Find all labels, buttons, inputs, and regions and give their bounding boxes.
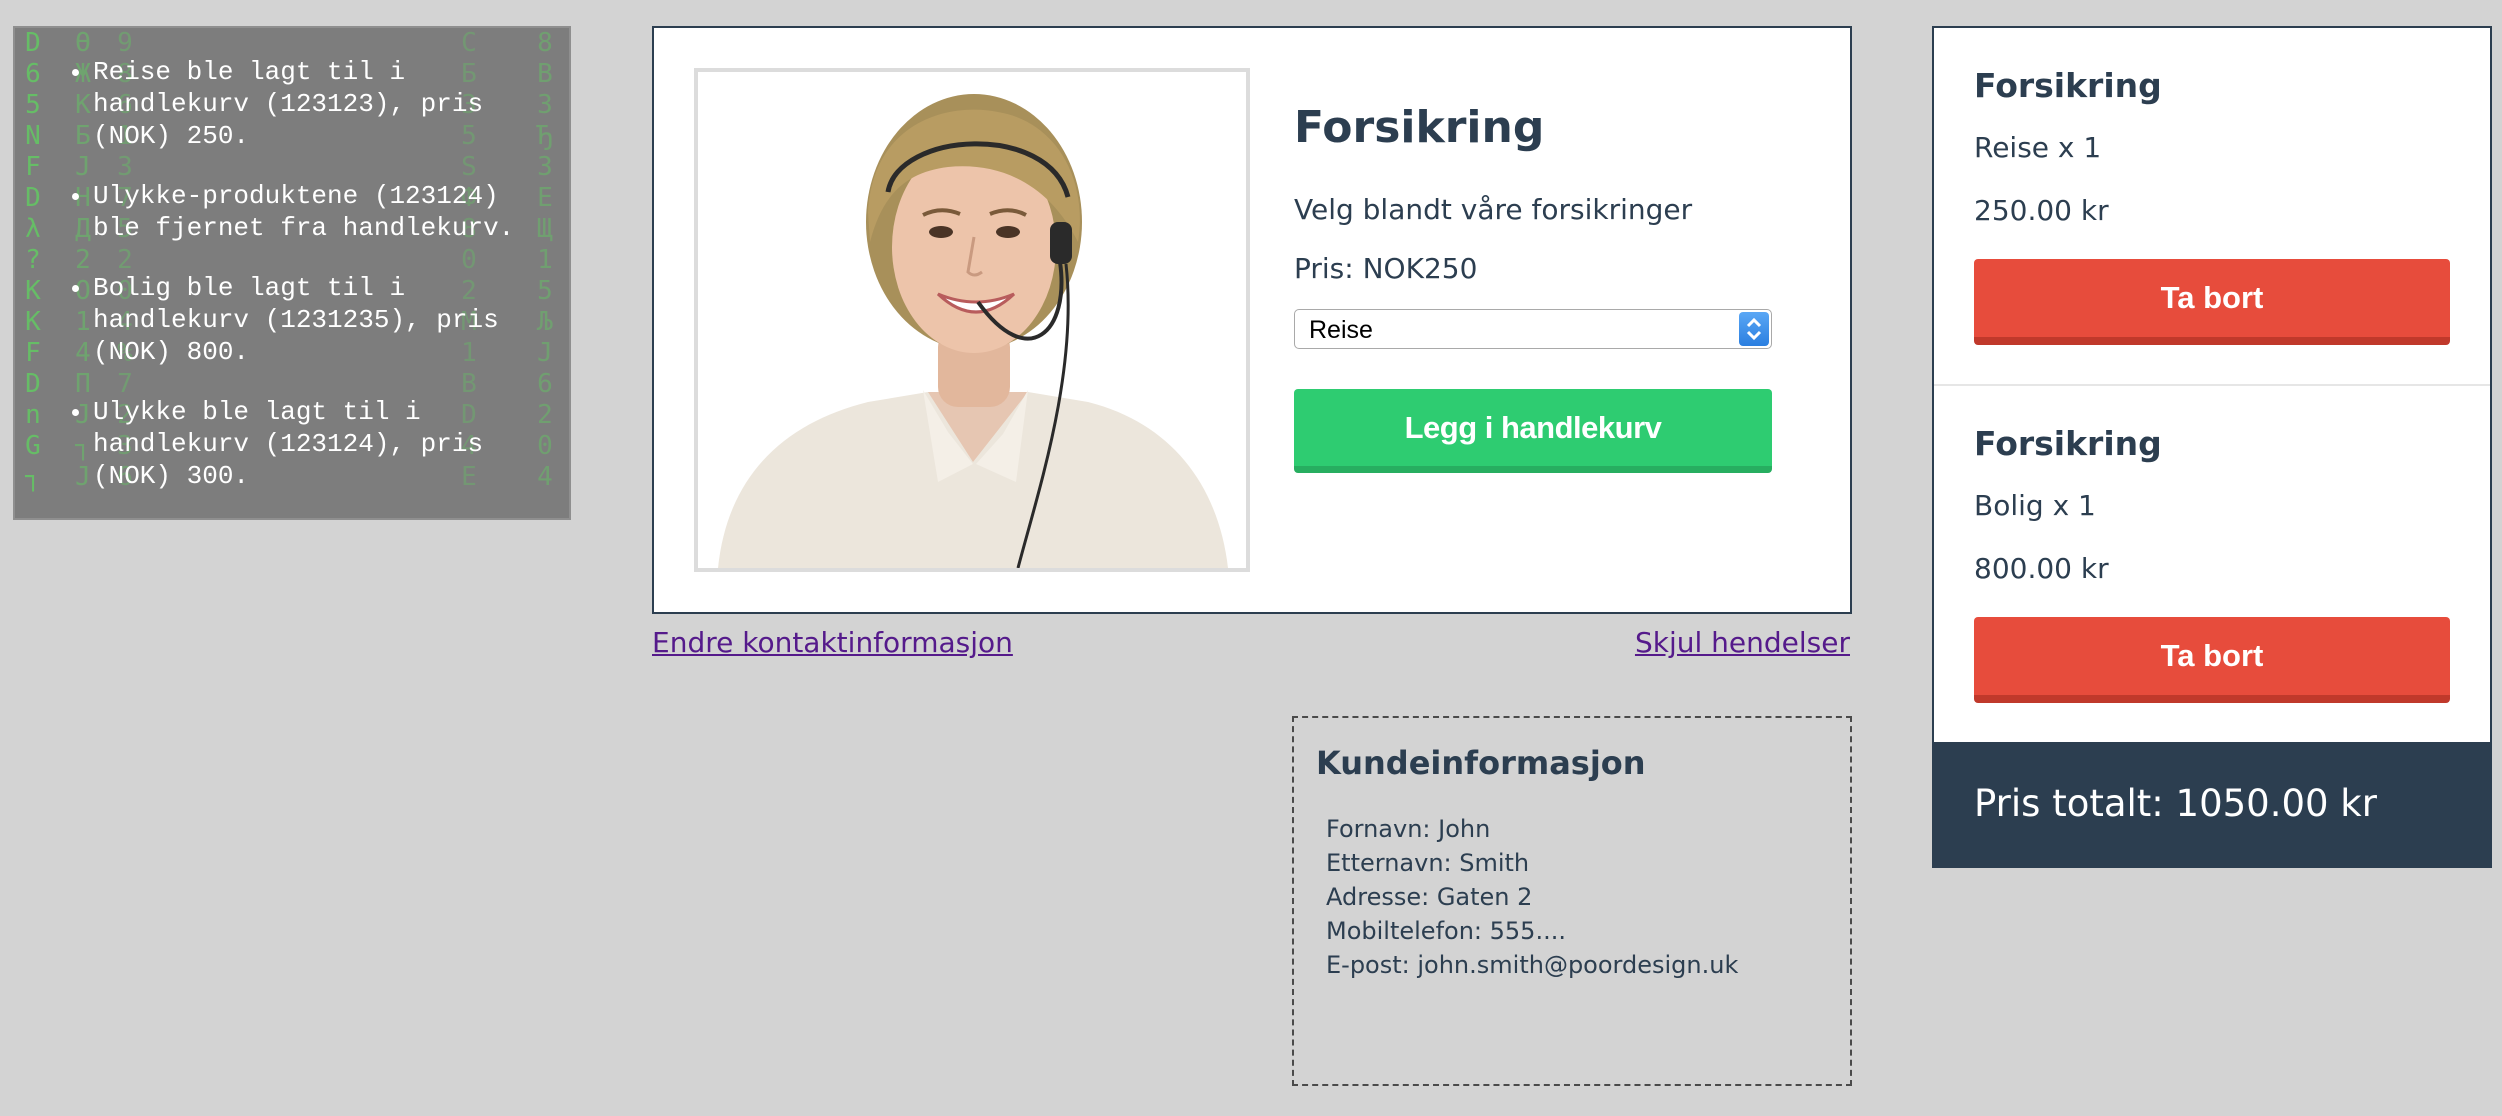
cart-item-price: 800.00 kr — [1974, 552, 2109, 585]
select-arrows-icon — [1739, 312, 1769, 346]
cart-item-title: Forsikring — [1974, 424, 2162, 463]
event-item: Reise ble lagt til i handlekurv (123123)… — [93, 56, 559, 152]
cart-total: Pris totalt: 1050.00 kr — [1934, 742, 2490, 866]
customer-field: Fornavn: John — [1326, 815, 1491, 843]
insurance-type-select[interactable]: Reise — [1294, 309, 1772, 349]
cart-item-price: 250.00 kr — [1974, 194, 2109, 227]
product-info: Forsikring Velg blandt våre forsikringer… — [1294, 102, 1774, 473]
customer-field: E-post: john.smith@poordesign.uk — [1326, 951, 1739, 979]
customer-info-panel: Kundeinformasjon Fornavn: John Etternavn… — [1292, 716, 1852, 1086]
event-item: Bolig ble lagt til i handlekurv (1231235… — [93, 272, 559, 368]
edit-contact-link[interactable]: Endre kontaktinformasjon — [652, 626, 1013, 659]
hide-events-link[interactable]: Skjul hendelser — [1635, 626, 1850, 659]
product-price: Pris: NOK250 — [1294, 252, 1478, 285]
cart-item: Forsikring Reise x 1 250.00 kr Ta bort — [1934, 28, 2490, 386]
customer-field: Adresse: Gaten 2 — [1326, 883, 1533, 911]
product-photo — [694, 68, 1250, 572]
cart-item-quantity: Bolig x 1 — [1974, 489, 2096, 522]
events-list: Reise ble lagt til i handlekurv (123123)… — [15, 28, 569, 492]
customer-info-title: Kundeinformasjon — [1316, 744, 1646, 782]
event-item: Ulykke ble lagt til i handlekurv (123124… — [93, 396, 559, 492]
customer-fields: Fornavn: John Etternavn: Smith Adresse: … — [1316, 812, 1828, 982]
product-title: Forsikring — [1294, 102, 1545, 153]
product-card: Forsikring Velg blandt våre forsikringer… — [652, 26, 1852, 614]
customer-field: Etternavn: Smith — [1326, 849, 1530, 877]
add-to-cart-button[interactable]: Legg i handlekurv — [1294, 389, 1772, 473]
cart-item-title: Forsikring — [1974, 66, 2162, 105]
select-value: Reise — [1309, 316, 1373, 344]
product-description: Velg blandt våre forsikringer — [1294, 193, 1693, 226]
shopping-cart: Forsikring Reise x 1 250.00 kr Ta bort F… — [1932, 26, 2492, 868]
remove-item-button[interactable]: Ta bort — [1974, 259, 2450, 345]
customer-field: Mobiltelefon: 555.... — [1326, 917, 1566, 945]
events-panel: D 6 5 N F D λ ? K K F D n G ┐ Ө Ж K Б J … — [13, 26, 571, 520]
event-item: Ulykke-produktene (123124) ble fjernet f… — [93, 180, 559, 244]
remove-item-button[interactable]: Ta bort — [1974, 617, 2450, 703]
cart-item: Forsikring Bolig x 1 800.00 kr Ta bort — [1934, 386, 2490, 744]
cart-item-quantity: Reise x 1 — [1974, 131, 2102, 164]
support-agent-photo — [698, 72, 1246, 568]
